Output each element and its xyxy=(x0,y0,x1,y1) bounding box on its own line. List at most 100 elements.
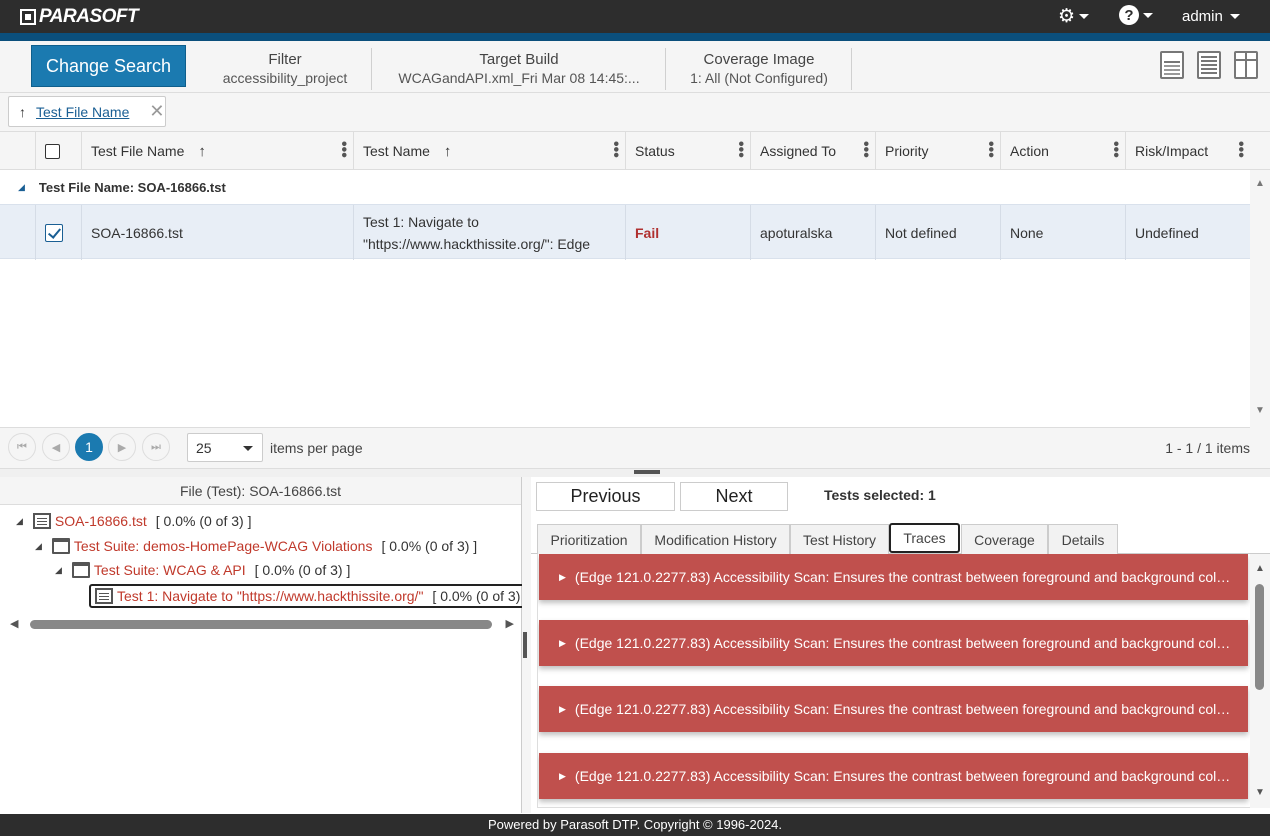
vertical-splitter[interactable] xyxy=(522,477,531,813)
col-status[interactable]: Status ••• xyxy=(625,132,751,170)
chevron-down-icon xyxy=(1229,14,1240,19)
tree-node-suite[interactable]: ◢ Test Suite: WCAG & API [ 0.0% (0 of 3)… xyxy=(55,562,350,578)
expand-triangle-icon[interactable]: ▶ xyxy=(559,704,566,715)
coverage-image-value: 1: All (Not Configured) xyxy=(690,70,828,86)
tree-node-label[interactable]: Test Suite: WCAG & API xyxy=(94,562,246,578)
sort-ascending-icon[interactable]: ↑ xyxy=(19,104,26,120)
prev-page-button[interactable]: ◀ xyxy=(42,433,70,461)
scroll-right-icon[interactable]: ▶ xyxy=(506,617,514,630)
grid-header: Test File Name ↑ ••• Test Name ↑ ••• Statu… xyxy=(0,132,1270,170)
target-build-field[interactable]: Target Build WCAGandAPI.xml_Fri Mar 08 1… xyxy=(388,51,650,86)
column-menu-icon[interactable]: ••• xyxy=(1232,141,1249,158)
close-icon[interactable]: ✕ xyxy=(149,101,164,122)
row-checkbox[interactable] xyxy=(45,223,63,242)
scroll-down-icon[interactable]: ▼ xyxy=(1255,787,1265,798)
grid-scrollbar[interactable]: ▲ ▼ xyxy=(1250,170,1270,428)
tab-coverage[interactable]: Coverage xyxy=(961,524,1048,554)
layout-list-icon[interactable] xyxy=(1197,51,1221,79)
col-action[interactable]: Action ••• xyxy=(1000,132,1126,170)
group-header-row[interactable]: ◢ Test File Name: SOA-16866.tst xyxy=(0,170,1250,204)
per-page-value: 25 xyxy=(196,439,212,456)
current-page-button[interactable]: 1 xyxy=(75,433,103,461)
expand-triangle-icon[interactable]: ▶ xyxy=(559,572,566,583)
help-menu[interactable]: ? xyxy=(1119,5,1153,25)
detail-tabs: Prioritization Modification History Test… xyxy=(531,523,1270,554)
tree-horizontal-scrollbar[interactable]: ◀ ▶ xyxy=(8,617,516,631)
trace-item[interactable]: ▶ (Edge 121.0.2277.83) Accessibility Sca… xyxy=(539,686,1248,732)
col-risk-impact[interactable]: Risk/Impact ••• xyxy=(1125,132,1251,170)
folder-icon xyxy=(71,562,90,578)
table-row[interactable]: SOA-16866.tst Test 1: Navigate to "https… xyxy=(0,204,1250,260)
collapse-triangle-icon[interactable]: ◢ xyxy=(55,565,62,576)
tree-node-file[interactable]: ◢ SOA-16866.tst [ 0.0% (0 of 3) ] xyxy=(16,513,251,529)
tree-node-label[interactable]: SOA-16866.tst xyxy=(55,513,147,529)
last-page-button[interactable]: ⏭ xyxy=(142,433,170,461)
scroll-up-icon[interactable]: ▲ xyxy=(1255,563,1265,574)
group-chip[interactable]: ↑ Test File Name ✕ xyxy=(8,96,166,127)
column-menu-icon[interactable]: ••• xyxy=(607,141,624,158)
tree-node-label[interactable]: Test 1: Navigate to "https://www.hackthi… xyxy=(117,588,423,604)
collapse-triangle-icon[interactable]: ◢ xyxy=(35,541,42,552)
trace-item[interactable]: ▶ (Edge 121.0.2277.83) Accessibility Sca… xyxy=(539,753,1248,799)
trace-item[interactable]: ▶ (Edge 121.0.2277.83) Accessibility Sca… xyxy=(539,554,1248,600)
scroll-left-icon[interactable]: ◀ xyxy=(10,617,18,630)
separator xyxy=(371,48,372,90)
col-priority[interactable]: Priority ••• xyxy=(875,132,1001,170)
tab-modification-history[interactable]: Modification History xyxy=(641,524,790,554)
layout-horizontal-icon[interactable] xyxy=(1160,51,1184,79)
expand-triangle-icon[interactable]: ▶ xyxy=(559,771,566,782)
column-menu-icon[interactable]: ••• xyxy=(982,141,999,158)
select-all-checkbox[interactable] xyxy=(45,143,60,159)
folder-icon xyxy=(51,538,70,554)
tab-test-history[interactable]: Test History xyxy=(790,524,889,554)
tree-node-suite[interactable]: ◢ Test Suite: demos-HomePage-WCAG Violat… xyxy=(35,538,477,554)
column-menu-icon[interactable]: ••• xyxy=(1107,141,1124,158)
target-build-value: WCAGandAPI.xml_Fri Mar 08 14:45:... xyxy=(398,70,640,86)
expand-triangle-icon[interactable]: ▶ xyxy=(559,638,566,649)
trace-text: (Edge 121.0.2277.83) Accessibility Scan:… xyxy=(574,635,1235,651)
trace-item[interactable]: ▶ (Edge 121.0.2277.83) Accessibility Sca… xyxy=(539,620,1248,666)
group-chip-label[interactable]: Test File Name xyxy=(36,104,129,120)
splitter-grip-icon[interactable] xyxy=(634,470,660,474)
collapse-triangle-icon[interactable]: ◢ xyxy=(18,182,25,193)
scroll-down-icon[interactable]: ▼ xyxy=(1255,405,1265,416)
scroll-up-icon[interactable]: ▲ xyxy=(1255,178,1265,189)
change-search-button[interactable]: Change Search xyxy=(31,45,186,87)
tab-details[interactable]: Details xyxy=(1048,524,1118,554)
tab-traces[interactable]: Traces xyxy=(889,523,960,553)
col-assigned-to[interactable]: Assigned To ••• xyxy=(750,132,876,170)
user-menu[interactable]: admin xyxy=(1182,8,1240,25)
tests-selected-label: Tests selected: 1 xyxy=(824,487,936,503)
scrollbar-thumb[interactable] xyxy=(30,620,492,629)
column-menu-icon[interactable]: ••• xyxy=(335,141,352,158)
col-label: Action xyxy=(1010,143,1049,159)
chevron-down-icon xyxy=(1079,14,1090,19)
parasoft-logo[interactable]: PARASOFT xyxy=(20,6,139,28)
horizontal-splitter[interactable] xyxy=(0,468,1270,477)
column-menu-icon[interactable]: ••• xyxy=(857,141,874,158)
coverage-image-field[interactable]: Coverage Image 1: All (Not Configured) xyxy=(680,51,838,86)
per-page-select[interactable]: 25 xyxy=(187,433,263,462)
filter-value: accessibility_project xyxy=(222,70,348,86)
collapse-triangle-icon[interactable]: ◢ xyxy=(16,516,23,527)
separator xyxy=(665,48,666,90)
next-page-button[interactable]: ▶ xyxy=(108,433,136,461)
settings-menu[interactable]: ⚙ xyxy=(1058,5,1090,28)
column-menu-icon[interactable]: ••• xyxy=(732,141,749,158)
scrollbar-thumb[interactable] xyxy=(1255,584,1264,690)
first-page-button[interactable]: ⏮ xyxy=(8,433,36,461)
traces-scrollbar[interactable]: ▲ ▼ xyxy=(1250,554,1270,808)
previous-button[interactable]: Previous xyxy=(536,482,675,511)
tree-node-test-selected[interactable]: Test 1: Navigate to "https://www.hackthi… xyxy=(89,584,535,608)
tab-prioritization[interactable]: Prioritization xyxy=(537,524,641,554)
chevron-down-icon xyxy=(1143,12,1153,18)
filter-field[interactable]: Filter accessibility_project xyxy=(210,51,360,86)
splitter-grip-icon[interactable] xyxy=(523,632,527,658)
next-button[interactable]: Next xyxy=(680,482,788,511)
col-test-file-name[interactable]: Test File Name ↑ ••• xyxy=(81,132,354,170)
layout-vertical-icon[interactable] xyxy=(1234,51,1258,79)
tree-node-label[interactable]: Test Suite: demos-HomePage-WCAG Violatio… xyxy=(74,538,373,554)
col-test-name[interactable]: Test Name ↑ ••• xyxy=(353,132,626,170)
cell-assigned-to: apoturalska xyxy=(750,205,876,260)
file-icon xyxy=(32,513,51,529)
